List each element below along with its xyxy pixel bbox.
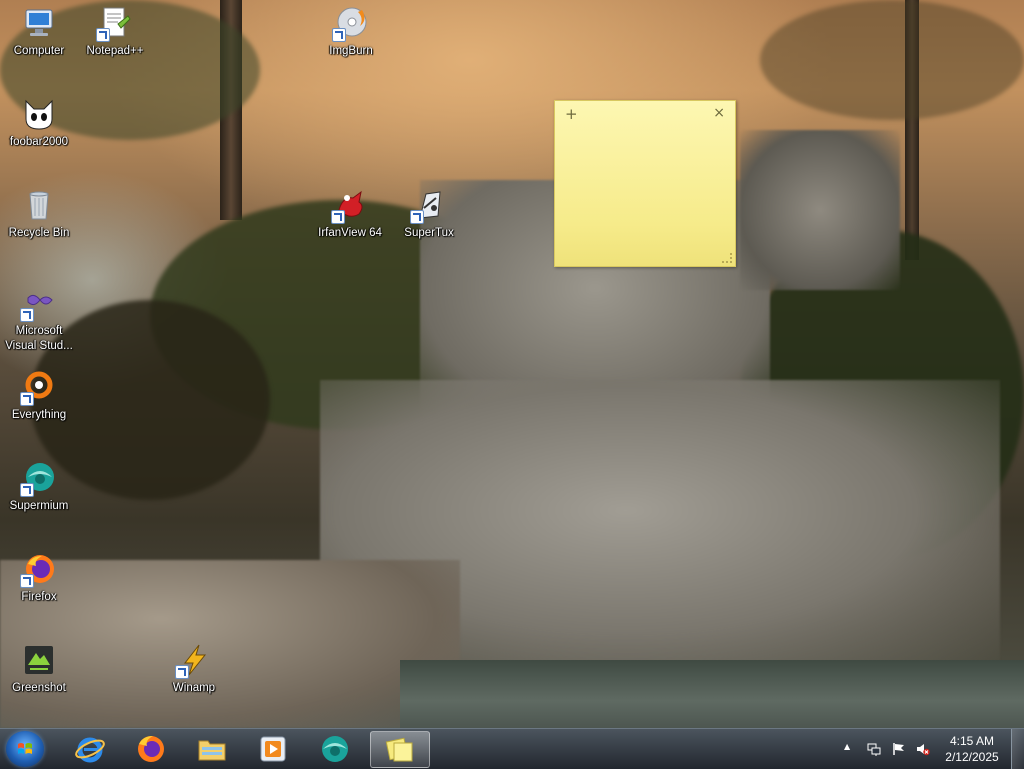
firefox-icon [138,736,164,762]
taskbar-internet-explorer[interactable] [61,731,119,766]
desktop-icon-label: foobar2000 [9,136,69,148]
taskbar-file-explorer[interactable] [183,731,241,766]
sticky-note[interactable]: + × [554,100,736,267]
shortcut-arrow-icon [332,28,346,42]
note-text-area[interactable] [565,127,725,252]
close-note-button[interactable]: × [713,105,725,121]
desktop: Computer Notepad++ ImgBurn foobar2000 Re… [0,0,1024,728]
computer-icon [22,6,56,40]
show-desktop-button[interactable] [1011,729,1024,769]
foobar2000-icon [22,97,56,131]
supermium-icon [322,736,348,762]
media-player-icon [260,736,286,762]
visual-studio-icon [20,286,56,322]
shortcut-arrow-icon [20,308,34,322]
clock-date[interactable]: 2/12/2025 [942,750,1002,764]
resize-grip-icon[interactable] [722,253,732,263]
desktop-icon-label: SuperTux [404,227,454,239]
shortcut-arrow-icon [20,392,34,406]
start-button[interactable] [6,731,44,767]
desktop-icon-supermium[interactable]: Supermium [0,461,78,513]
desktop-icon-label: Microsoft Visual Stud... [5,325,73,352]
taskbar-media-player[interactable] [244,731,302,766]
desktop-icon-label: Notepad++ [86,45,144,57]
desktop-icon-computer[interactable]: Computer [0,6,78,58]
desktop-icon-recycle-bin[interactable]: Recycle Bin [0,188,78,240]
desktop-icon-label: Supermium [9,500,69,512]
supermium-icon [20,461,56,497]
desktop-icon-label: Recycle Bin [8,227,70,239]
desktop-icon-imgburn[interactable]: ImgBurn [312,6,390,58]
taskbar-sticky-notes[interactable] [370,731,430,768]
desktop-icon-label: Everything [11,409,67,421]
desktop-icon-visual-studio[interactable]: Microsoft Visual Stud... [0,286,78,354]
irfanview-icon [331,188,367,224]
shortcut-arrow-icon [96,28,110,42]
shortcut-arrow-icon [331,210,345,224]
desktop-icon-greenshot[interactable]: Greenshot [0,643,78,695]
imgburn-icon [332,6,368,42]
wallpaper-rock [740,130,900,290]
volume-muted-icon[interactable] [916,742,930,756]
supertux-icon [410,188,446,224]
desktop-icon-label: IrfanView 64 [318,227,382,239]
desktop-icon-label: Firefox [21,591,57,603]
tray-overflow-icon[interactable]: ▲ [844,742,850,751]
desktop-icon-label: ImgBurn [329,45,373,57]
add-note-button[interactable]: + [565,105,578,123]
desktop-icon-label: Greenshot [12,682,66,694]
network-icon[interactable] [867,742,881,756]
taskbar-firefox[interactable] [122,731,180,766]
sticky-notes-icon [385,737,413,762]
desktop-icon-notepadpp[interactable]: Notepad++ [76,6,154,58]
desktop-icon-winamp[interactable]: Winamp [155,643,233,695]
shortcut-arrow-icon [20,483,34,497]
recycle-bin-icon [22,188,56,222]
desktop-icon-foobar2000[interactable]: foobar2000 [0,97,78,149]
action-center-flag-icon[interactable] [892,742,906,756]
shortcut-arrow-icon [410,210,424,224]
firefox-icon [20,552,56,588]
wallpaper-foliage [760,0,1024,120]
shortcut-arrow-icon [20,574,34,588]
taskbar: ▲ 4:15 AM 2/12/2025 [0,728,1024,769]
desktop-icon-irfanview[interactable]: IrfanView 64 [311,188,389,240]
clock-time[interactable]: 4:15 AM [942,734,1002,748]
notepadpp-icon [96,6,132,42]
greenshot-icon [22,643,56,677]
desktop-icon-everything[interactable]: Everything [0,370,78,422]
desktop-icon-label: Winamp [172,682,216,694]
desktop-icon-label: Computer [13,45,65,57]
everything-icon [20,370,56,406]
internet-explorer-icon [75,737,105,763]
shortcut-arrow-icon [175,665,189,679]
desktop-icon-firefox[interactable]: Firefox [0,552,78,604]
taskbar-supermium[interactable] [306,731,364,766]
winamp-icon [175,643,211,679]
wallpaper-lake [400,660,1024,728]
windows-start-icon [18,743,32,754]
desktop-icon-supertux[interactable]: SuperTux [390,188,468,240]
folder-icon [198,740,226,761]
